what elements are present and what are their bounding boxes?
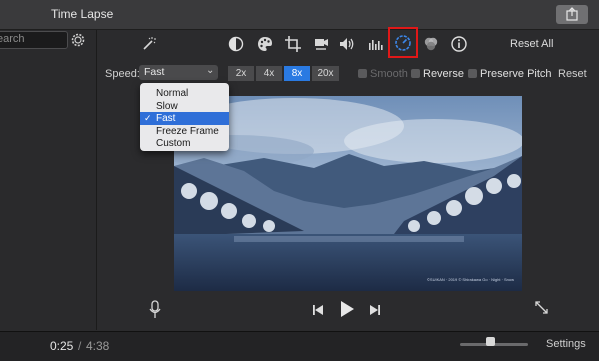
viewer-caption: ©SUIKAN · 2019 © Shirakawa Go · Night · … [426, 277, 514, 282]
speed-option-label: Normal [156, 88, 189, 99]
speed-multiplier-20x[interactable]: 20x [312, 66, 339, 81]
time-separator: / [78, 339, 82, 353]
stabilization-icon[interactable] [312, 35, 330, 53]
gear-icon[interactable] [70, 32, 86, 48]
zoom-slider-knob[interactable] [486, 337, 496, 346]
speed-multiplier-8x[interactable]: 8x [284, 66, 310, 81]
speed-option[interactable]: Custom [140, 137, 229, 150]
color-balance-icon[interactable] [227, 35, 245, 53]
info-icon[interactable] [450, 35, 468, 53]
preserve-pitch-checkbox[interactable] [468, 69, 477, 78]
speed-select[interactable]: Fast ⌄ [139, 65, 218, 80]
speed-multiplier-4x[interactable]: 4x [256, 66, 282, 81]
window-title: Time Lapse [51, 7, 114, 21]
speed-option[interactable]: Slow [140, 100, 229, 113]
magic-wand-icon[interactable] [140, 35, 158, 53]
timeline-bar: 0:25 / 4:38 Settings [0, 331, 599, 361]
play-icon[interactable] [339, 300, 355, 318]
checkmark-icon: ✓ [144, 113, 152, 124]
fullscreen-icon[interactable] [534, 300, 549, 315]
share-button[interactable] [556, 5, 588, 24]
reset-all-button[interactable]: Reset All [510, 38, 553, 50]
speed-option-label: Custom [156, 138, 191, 150]
speed-option-label: Freeze Frame [156, 125, 219, 137]
color-palette-icon[interactable] [256, 35, 274, 53]
share-icon [566, 7, 578, 21]
reverse-checkbox[interactable] [411, 69, 420, 78]
speed-select-value: Fast [144, 66, 165, 78]
speed-tool-highlight [388, 27, 418, 58]
speed-dropdown-menu: Normal Slow ✓ Fast Freeze Frame Custom [140, 83, 229, 151]
search-placeholder: earch [0, 33, 25, 45]
smooth-checkbox[interactable] [358, 69, 367, 78]
skip-forward-icon[interactable] [369, 304, 381, 316]
total-time: 4:38 [86, 339, 110, 353]
search-input[interactable]: earch [0, 31, 68, 49]
video-overlay-icon[interactable] [422, 35, 440, 53]
skip-back-icon[interactable] [312, 304, 324, 316]
current-time: 0:25 [50, 339, 74, 353]
speed-option[interactable]: Freeze Frame [140, 125, 229, 138]
speed-option[interactable]: Normal [140, 87, 229, 100]
chevron-down-icon: ⌄ [206, 65, 215, 76]
crop-icon[interactable] [284, 35, 302, 53]
equalizer-icon[interactable] [366, 35, 384, 53]
smooth-label: Smooth [370, 68, 408, 80]
reset-speed-button[interactable]: Reset [558, 68, 587, 80]
volume-icon[interactable] [338, 35, 356, 53]
speed-multiplier-2x[interactable]: 2x [228, 66, 254, 81]
microphone-icon[interactable] [148, 300, 162, 320]
preserve-pitch-label: Preserve Pitch [480, 68, 552, 80]
settings-button[interactable]: Settings [546, 338, 586, 350]
speed-label: Speed: [105, 68, 140, 80]
browser-panel [0, 30, 97, 330]
reverse-label: Reverse [423, 68, 464, 80]
speed-option-label: Slow [156, 100, 178, 112]
speed-option[interactable]: ✓ Fast [140, 112, 229, 126]
speed-option-label: Fast [156, 113, 176, 125]
